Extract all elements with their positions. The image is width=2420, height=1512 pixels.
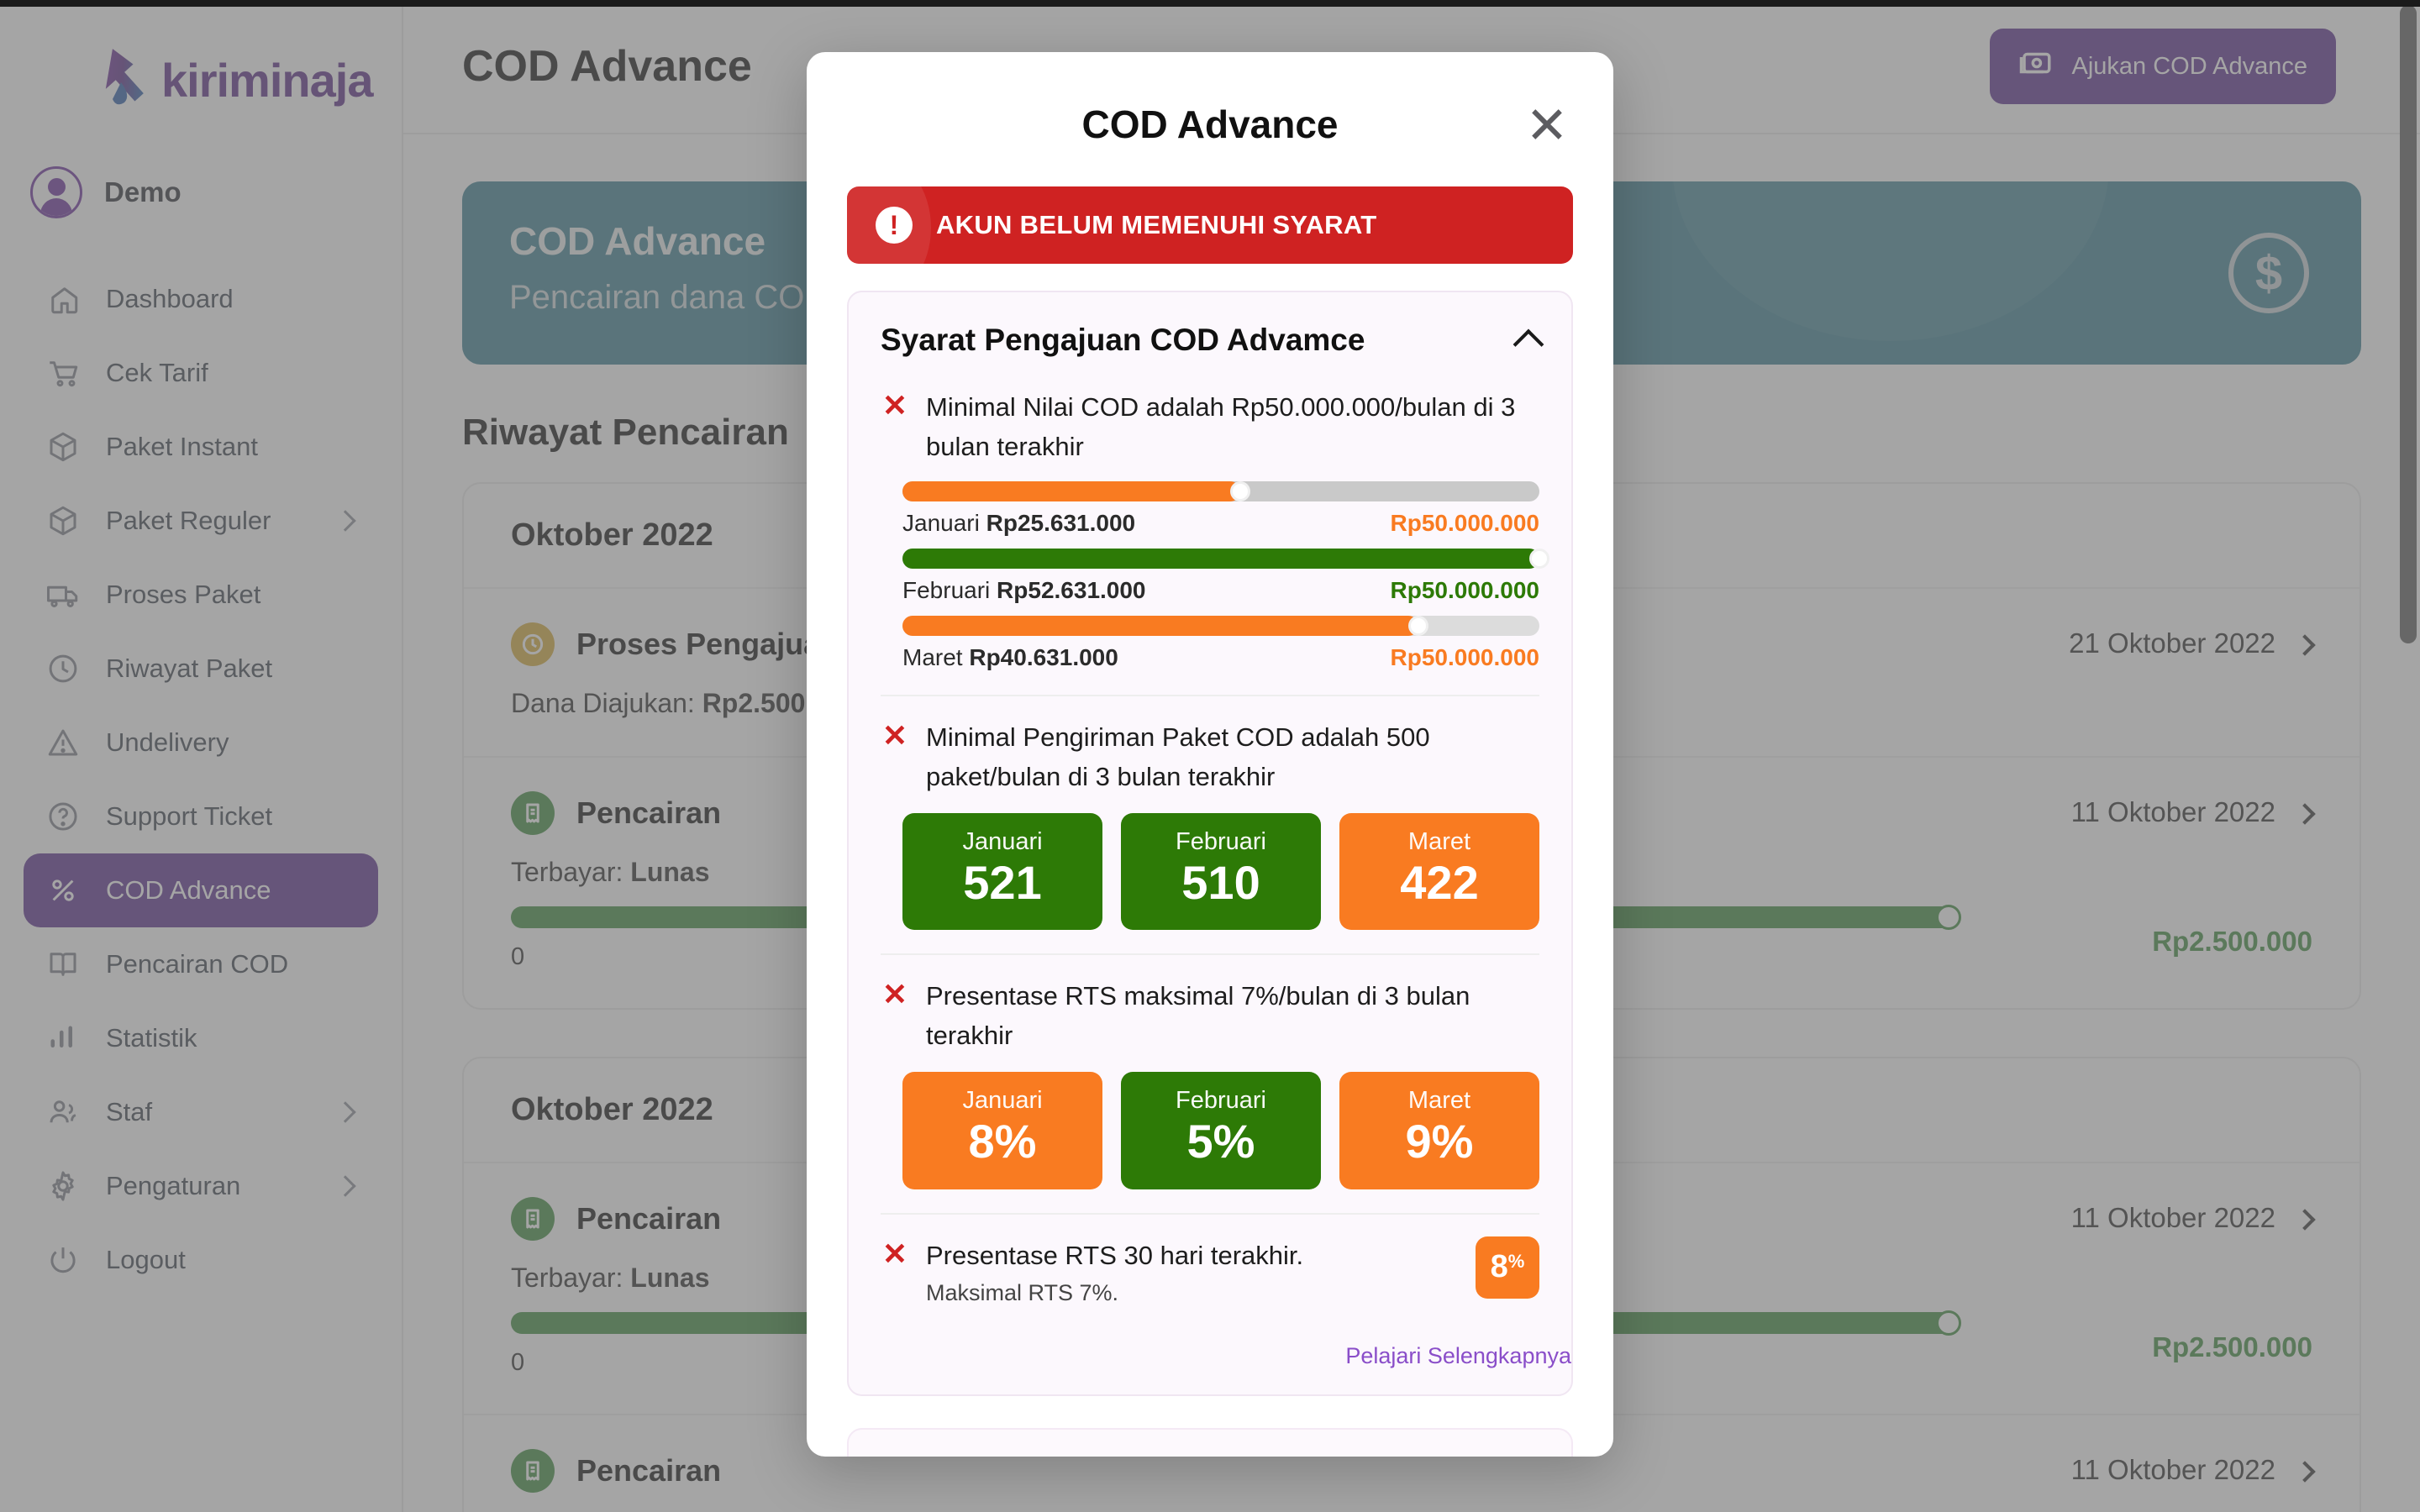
month-label: Januari — [962, 828, 1043, 855]
terms-panel[interactable]: Ketentuan COD Advamce — [847, 1428, 1573, 1457]
bar-month: Januari — [902, 510, 980, 536]
requirements-list: ✕ Minimal Nilai COD adalah Rp50.000.000/b… — [849, 383, 1571, 1330]
progress-legend: Januari Rp25.631.000 Rp50.000.000 — [902, 510, 1539, 537]
learn-more-row: Pelajari Selengkapnya — [849, 1330, 1571, 1394]
requirement-header: ✕ Presentase RTS 30 hari terakhir. Maksima… — [881, 1236, 1539, 1307]
month-stat-box: Januari 521 — [902, 813, 1102, 931]
screen: kiriminaja Demo DashboardCek TarifPaket … — [0, 0, 2420, 1512]
month-label: Februari — [1176, 828, 1266, 855]
bar-month: Maret — [902, 644, 963, 670]
requirement-text: Presentase RTS 30 hari terakhir. — [926, 1240, 1304, 1270]
requirements-panel-title: Syarat Pengajuan COD Advamce — [881, 323, 1365, 357]
month-stat-box: Maret 9% — [1339, 1072, 1539, 1189]
requirements-panel: Syarat Pengajuan COD Advamce ✕ Minimal Ni… — [847, 291, 1573, 1397]
month-stat-box: Februari 5% — [1121, 1072, 1321, 1189]
requirement-row: ✕ Minimal Pengiriman Paket COD adalah 500… — [881, 695, 1539, 953]
x-icon: ✕ — [881, 1236, 908, 1271]
close-icon[interactable] — [1524, 102, 1570, 147]
progress-legend: Februari Rp52.631.000 Rp50.000.000 — [902, 577, 1539, 604]
rts-badge-number: 8 — [1490, 1249, 1508, 1285]
requirements-panel-header[interactable]: Syarat Pengajuan COD Advamce — [849, 292, 1571, 383]
month-value: 9% — [1405, 1115, 1474, 1168]
bar-target: Rp50.000.000 — [1390, 510, 1539, 536]
modal-title: COD Advance — [1081, 102, 1339, 146]
requirement-boxes: Januari 8% Februari 5% Maret 9% — [881, 1072, 1539, 1189]
progress-bar — [902, 549, 1549, 569]
requirement-text: Minimal Nilai COD adalah Rp50.000.000/bu… — [926, 392, 1516, 461]
rts-badge-unit: % — [1507, 1250, 1525, 1272]
learn-more-link[interactable]: Pelajari Selengkapnya — [1345, 1343, 1571, 1368]
requirement-header: ✕ Presentase RTS maksimal 7%/bulan di 3 b… — [881, 977, 1539, 1055]
month-value: 510 — [1181, 856, 1260, 909]
requirement-row: ✕ Presentase RTS 30 hari terakhir. Maksima… — [881, 1212, 1539, 1331]
chevron-up-icon[interactable] — [1512, 328, 1544, 360]
requirement-row: ✕ Presentase RTS maksimal 7%/bulan di 3 b… — [881, 953, 1539, 1212]
requirement-row: ✕ Minimal Nilai COD adalah Rp50.000.000/b… — [881, 383, 1549, 695]
window-top-strip — [0, 0, 2420, 7]
progress-bar — [902, 616, 1539, 636]
month-stat-box: Februari 510 — [1121, 813, 1321, 931]
bar-value: Rp52.631.000 — [997, 577, 1146, 603]
progress-legend: Maret Rp40.631.000 Rp50.000.000 — [902, 644, 1539, 671]
requirement-header: ✕ Minimal Nilai COD adalah Rp50.000.000/b… — [881, 388, 1539, 466]
x-icon: ✕ — [881, 977, 908, 1012]
x-icon: ✕ — [881, 718, 908, 753]
progress-bar — [902, 481, 1539, 501]
month-value: 5% — [1186, 1115, 1255, 1168]
bar-target: Rp50.000.000 — [1390, 644, 1539, 670]
requirement-text: Minimal Pengiriman Paket COD adalah 500 … — [926, 722, 1430, 791]
month-label: Januari — [962, 1087, 1043, 1115]
requirement-header: ✕ Minimal Pengiriman Paket COD adalah 500… — [881, 718, 1539, 796]
requirement-subtext: Maksimal RTS 7%. — [926, 1280, 1119, 1306]
status-badge: ! AKUN BELUM MEMENUHI SYARAT — [847, 186, 1573, 264]
exclamation-icon: ! — [876, 207, 913, 244]
bar-target: Rp50.000.000 — [1390, 577, 1539, 603]
month-label: Maret — [1407, 828, 1471, 855]
month-value: 8% — [968, 1115, 1037, 1168]
alert-text: AKUN BELUM MEMENUHI SYARAT — [936, 210, 1377, 239]
month-stat-box: Maret 422 — [1339, 813, 1539, 931]
month-label: Februari — [1176, 1087, 1266, 1115]
x-icon: ✕ — [881, 388, 908, 423]
month-value: 521 — [963, 856, 1042, 909]
requirement-text: Presentase RTS maksimal 7%/bulan di 3 bu… — [926, 981, 1470, 1050]
month-value: 422 — [1400, 856, 1479, 909]
cod-advance-modal: COD Advance ! AKUN BELUM MEMENUHI SYARAT… — [807, 52, 1613, 1457]
requirement-bars: Januari Rp25.631.000 Rp50.000.000 Februari… — [881, 481, 1549, 671]
requirement-boxes: Januari 521 Februari 510 Maret 422 — [881, 813, 1539, 931]
month-label: Maret — [1407, 1087, 1471, 1115]
bar-month: Februari — [902, 577, 991, 603]
bar-value: Rp40.631.000 — [969, 644, 1118, 670]
rts-badge: 8% — [1476, 1236, 1539, 1299]
bar-value: Rp25.631.000 — [986, 510, 1136, 536]
month-stat-box: Januari 8% — [902, 1072, 1102, 1189]
modal-header: COD Advance — [847, 86, 1573, 163]
